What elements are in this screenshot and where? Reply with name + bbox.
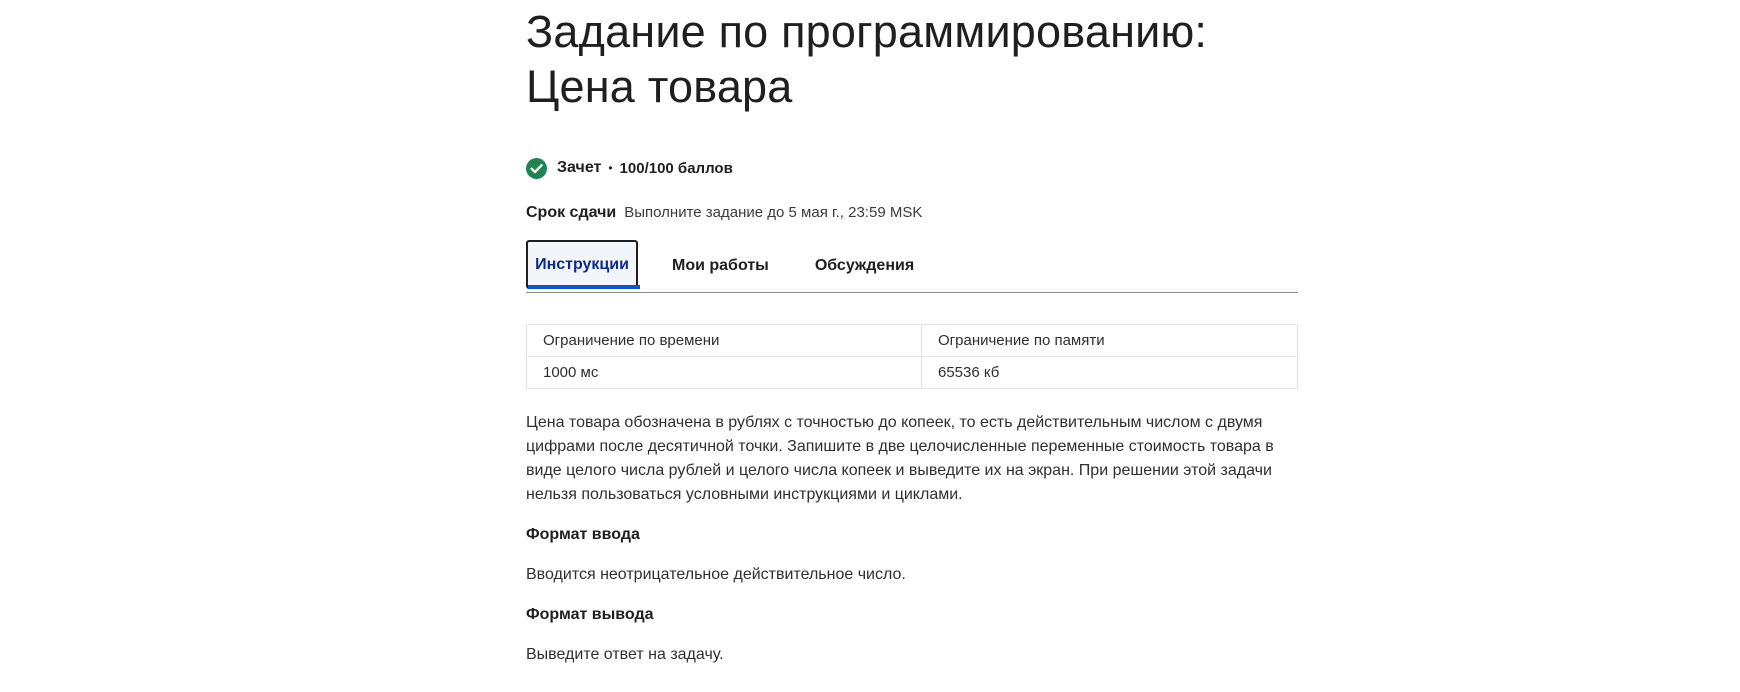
assignment-tabs: Инструкции Мои работы Обсуждения bbox=[526, 240, 1298, 293]
tab-label: Мои работы bbox=[672, 257, 769, 274]
tab-my-works[interactable]: Мои работы bbox=[672, 240, 769, 292]
check-circle-icon bbox=[526, 157, 547, 179]
deadline-label: Срок сдачи bbox=[526, 204, 617, 221]
tab-instructions[interactable]: Инструкции bbox=[526, 240, 640, 289]
table-row: Ограничение по времени Ограничение по па… bbox=[526, 324, 1298, 357]
tab-discussions[interactable]: Обсуждения bbox=[815, 240, 914, 292]
status-label: Зачет bbox=[557, 159, 602, 176]
page-title: Задание по программированию: Цена товара bbox=[526, 6, 1208, 112]
active-tab-indicator bbox=[528, 285, 640, 289]
deadline-value: Выполните задание до 5 мая г., 23:59 MSK bbox=[624, 204, 923, 221]
deadline: Срок сдачи Выполните задание до 5 мая г.… bbox=[526, 204, 1298, 222]
tab-label: Обсуждения bbox=[814, 257, 915, 274]
table-cell: 65536 кб bbox=[921, 356, 1298, 389]
output-format-text: Выведите ответ на задачу. bbox=[526, 646, 724, 663]
task-description: Цена товара обозначена в рублях с точнос… bbox=[526, 414, 1274, 503]
limits-table: Ограничение по времени Ограничение по па… bbox=[526, 324, 1298, 389]
score-label: 100/100 баллов bbox=[619, 159, 733, 177]
assignment-page: Задание по программированию: Цена товара… bbox=[526, 0, 1298, 667]
input-format-text: Вводится неотрицательное действительное … bbox=[526, 566, 906, 583]
separator-dot: • bbox=[608, 161, 613, 175]
grade-status: Зачет • 100/100 баллов bbox=[526, 156, 1298, 180]
output-format-heading: Формат вывода bbox=[526, 606, 654, 623]
table-row: 1000 мс 65536 кб bbox=[526, 356, 1298, 389]
tab-label: Инструкции bbox=[535, 255, 629, 273]
table-cell: 1000 мс bbox=[526, 356, 922, 389]
table-header-cell: Ограничение по памяти bbox=[921, 324, 1298, 357]
table-header-cell: Ограничение по времени bbox=[526, 324, 922, 357]
input-format-heading: Формат ввода bbox=[526, 526, 640, 543]
instructions-content: Цена товара обозначена в рублях с точнос… bbox=[526, 411, 1298, 667]
